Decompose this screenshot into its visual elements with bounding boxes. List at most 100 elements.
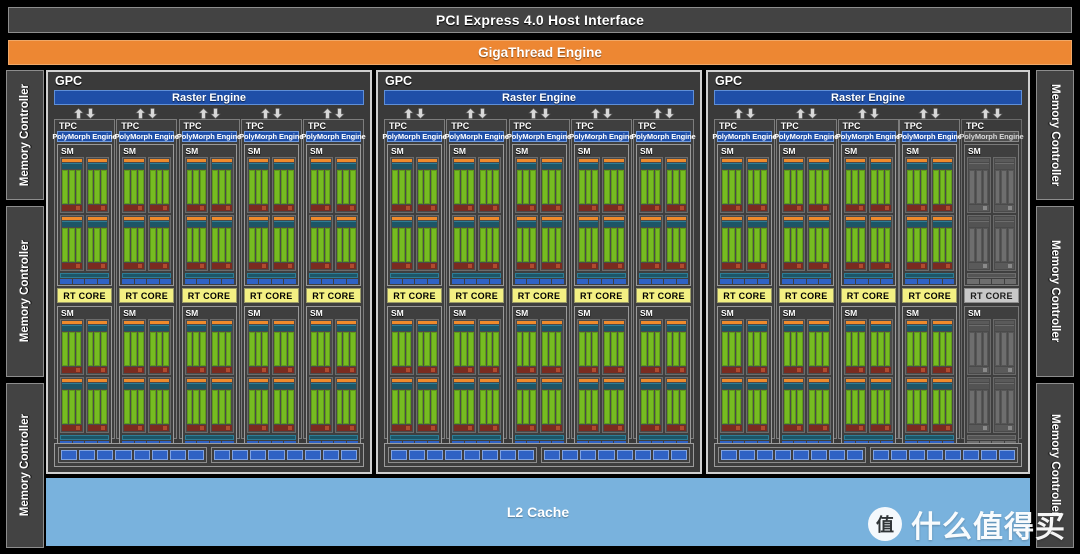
tensor-core-marker bbox=[101, 264, 105, 268]
rop-unit bbox=[340, 450, 357, 460]
sm-1-4-2: SM bbox=[243, 306, 299, 448]
tensor-core-marker bbox=[761, 264, 765, 268]
polymorph-engine-2-2: PolyMorph Engine bbox=[445, 131, 509, 142]
scheduler-bar bbox=[783, 379, 804, 382]
scheduler-bar bbox=[336, 321, 356, 324]
tensor-core-marker bbox=[735, 206, 740, 210]
tensor-core-marker bbox=[982, 264, 987, 268]
gigathread-engine-bar: GigaThread Engine bbox=[8, 40, 1072, 65]
scheduler-bar bbox=[479, 217, 500, 220]
texture-unit-bar bbox=[843, 435, 893, 440]
cuda-core-column bbox=[350, 390, 356, 424]
l1-cache-bar bbox=[576, 279, 626, 284]
sm-partition-2 bbox=[664, 319, 688, 375]
dispatch-bar bbox=[124, 163, 144, 169]
rop-unit bbox=[445, 450, 462, 460]
scheduler-bar bbox=[417, 321, 437, 324]
cuda-core-column bbox=[493, 170, 500, 204]
l1-cache-bar bbox=[246, 279, 296, 284]
tensor-core-marker bbox=[287, 368, 292, 372]
arrow-down-icon bbox=[807, 107, 818, 119]
arrow-up-icon bbox=[403, 107, 414, 119]
cuda-core-column bbox=[604, 332, 611, 366]
tpc-label: TPC bbox=[966, 121, 984, 131]
arrow-down-icon bbox=[415, 107, 426, 119]
tensor-core-marker bbox=[530, 264, 534, 268]
tpc-2-5: TPCPolyMorph EngineSMRT CORESMRT CORE bbox=[631, 107, 696, 465]
dispatch-bar bbox=[392, 221, 412, 227]
l1-cache-bar bbox=[452, 279, 502, 284]
scheduler-bar bbox=[994, 321, 1014, 324]
dispatch-bar bbox=[454, 383, 474, 389]
sm-partition-3 bbox=[905, 377, 929, 433]
cuda-core-column bbox=[969, 228, 975, 262]
tensor-core-marker bbox=[405, 368, 410, 372]
rt-core-label: RT CORE bbox=[187, 290, 231, 301]
scheduler-bar bbox=[783, 217, 804, 220]
dispatch-bar bbox=[392, 325, 412, 331]
dispatch-bar bbox=[666, 325, 686, 331]
cuda-core-column bbox=[877, 170, 884, 204]
tensor-core-bar bbox=[845, 367, 865, 373]
dispatch-bar bbox=[274, 325, 294, 331]
tensor-core-marker bbox=[262, 368, 267, 372]
cuda-core-column bbox=[94, 390, 101, 424]
tensor-core-marker bbox=[617, 206, 622, 210]
cuda-core-group bbox=[666, 228, 687, 262]
tensor-core-marker bbox=[431, 426, 435, 430]
rop-unit bbox=[829, 450, 845, 460]
sm-3-2-1: SM bbox=[778, 144, 834, 286]
cuda-core-group bbox=[994, 228, 1015, 262]
tensor-core-marker bbox=[200, 426, 204, 430]
cuda-core-column bbox=[343, 332, 350, 366]
tensor-core-marker bbox=[1008, 206, 1012, 210]
cuda-core-column bbox=[877, 228, 884, 262]
cuda-core-group bbox=[417, 390, 438, 424]
dispatch-bar bbox=[124, 325, 144, 331]
memory-controller-label: Memory Controller bbox=[1049, 414, 1061, 517]
sm-2-5-2: SM bbox=[636, 306, 691, 448]
scheduler-bar bbox=[62, 159, 82, 162]
l1-cache-bar bbox=[967, 279, 1016, 284]
tensor-core-marker bbox=[324, 426, 329, 430]
rop-unit bbox=[616, 450, 633, 460]
tensor-core-marker bbox=[592, 426, 597, 430]
dispatch-bar bbox=[604, 325, 624, 331]
cuda-core-column bbox=[647, 170, 654, 204]
cuda-core-group bbox=[641, 332, 661, 366]
sm-1-1-2: SM bbox=[57, 306, 112, 448]
raster-tpc-arrows bbox=[777, 107, 836, 119]
scheduler-bar bbox=[722, 217, 742, 220]
sm-partition-2 bbox=[272, 319, 296, 375]
cuda-core-group bbox=[666, 390, 687, 424]
dispatch-bar bbox=[578, 221, 599, 227]
sm-partition-4 bbox=[210, 215, 234, 271]
polymorph-engine-label: PolyMorph Engine bbox=[239, 132, 304, 141]
scheduler-bar bbox=[392, 321, 412, 324]
tpc-2-4: TPCPolyMorph EngineSMRT CORESMRT CORE bbox=[569, 107, 633, 465]
scheduler-bar bbox=[542, 321, 562, 324]
tensor-core-marker bbox=[530, 426, 534, 430]
l1-cache-bar bbox=[905, 279, 955, 284]
texture-unit-bar bbox=[184, 435, 234, 440]
memory-controller-left-1: Memory Controller bbox=[6, 70, 44, 200]
rt-core-3-5-1: RT CORE bbox=[964, 288, 1019, 303]
sm-partition-grid bbox=[843, 318, 894, 434]
tensor-core-bar bbox=[747, 263, 767, 269]
texture-unit-bar bbox=[246, 273, 296, 278]
memory-controller-label: Memory Controller bbox=[19, 83, 31, 187]
scheduler-bar bbox=[666, 217, 686, 220]
cuda-core-column bbox=[809, 170, 816, 204]
dispatch-bar bbox=[666, 383, 686, 389]
cuda-core-column bbox=[797, 170, 804, 204]
scheduler-bar bbox=[454, 217, 474, 220]
dispatch-bar bbox=[62, 325, 82, 331]
cuda-core-column bbox=[555, 332, 562, 366]
scheduler-bar bbox=[87, 217, 107, 220]
cuda-core-column bbox=[530, 390, 536, 424]
rop-unit bbox=[151, 450, 168, 460]
cuda-core-column bbox=[907, 170, 914, 204]
cuda-core-group bbox=[747, 170, 768, 204]
cuda-core-group bbox=[542, 170, 562, 204]
cuda-core-column bbox=[845, 390, 852, 424]
